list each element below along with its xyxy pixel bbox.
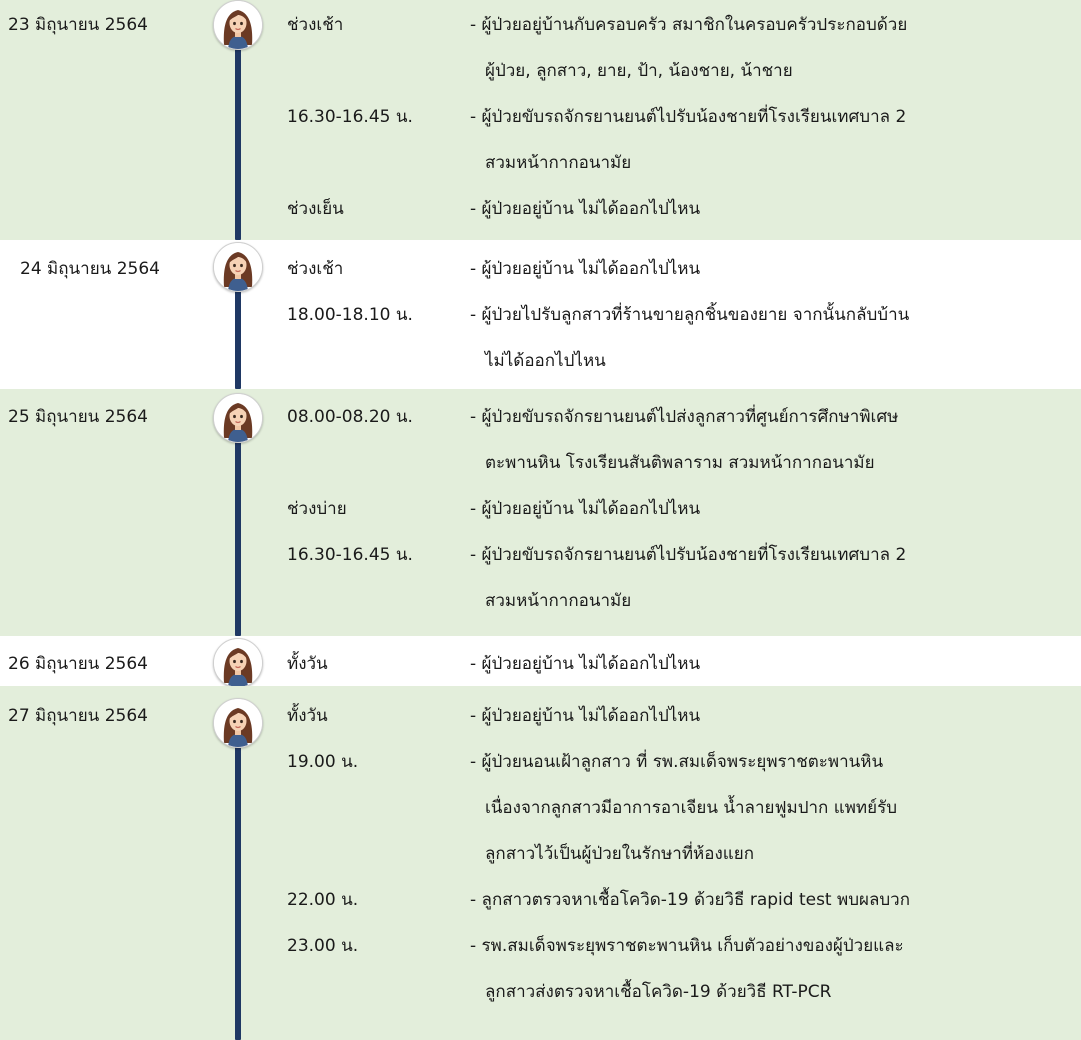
entry-description: - ผู้ป่วยนอนเฝ้าลูกสาว ที่ รพ.สมเด็จพระย… xyxy=(470,752,884,772)
entry-description: - ผู้ป่วยอยู่บ้าน ไม่ได้ออกไปไหน xyxy=(470,499,701,519)
entry-time: ทั้งวัน xyxy=(287,706,328,726)
entry-description-continued: ไม่ได้ออกไปไหน xyxy=(485,351,606,371)
entry-time: 08.00-08.20 น. xyxy=(287,407,413,427)
entry-description: - ผู้ป่วยขับรถจักรยานยนต์ไปรับน้องชายที่… xyxy=(470,545,907,565)
day-date: 24 มิถุนายน 2564 xyxy=(20,259,160,279)
timeline-spine xyxy=(235,45,241,240)
entry-description: - ผู้ป่วยอยู่บ้านกับครอบครัว สมาชิกในครอ… xyxy=(470,15,908,35)
woman-avatar-icon xyxy=(213,393,263,443)
entry-description: - ผู้ป่วยอยู่บ้าน ไม่ได้ออกไปไหน xyxy=(470,199,701,219)
entry-description: - ผู้ป่วยขับรถจักรยานยนต์ไปรับน้องชายที่… xyxy=(470,107,907,127)
woman-avatar-icon xyxy=(213,242,263,292)
entry-description-continued: ลูกสาวส่งตรวจหาเชื้อโควิด-19 ด้วยวิธี RT… xyxy=(485,982,832,1002)
timeline-spine xyxy=(235,746,241,1040)
woman-avatar-icon xyxy=(213,698,263,748)
entry-description-continued: ตะพานหิน โรงเรียนสันติพลาราม สวมหน้ากากอ… xyxy=(485,453,875,473)
entry-description-continued: สวมหน้ากากอนามัย xyxy=(485,153,632,173)
entry-description: - ผู้ป่วยอยู่บ้าน ไม่ได้ออกไปไหน xyxy=(470,259,701,279)
entry-time: ทั้งวัน xyxy=(287,654,328,674)
entry-description: - ลูกสาวตรวจหาเชื้อโควิด-19 ด้วยวิธี rap… xyxy=(470,890,911,910)
entry-time: ช่วงเช้า xyxy=(287,15,344,35)
entry-time: 16.30-16.45 น. xyxy=(287,545,413,565)
entry-description-continued: ผู้ป่วย, ลูกสาว, ยาย, ป้า, น้องชาย, น้าช… xyxy=(485,61,793,81)
timeline-spine xyxy=(235,290,241,389)
woman-avatar-icon xyxy=(213,0,263,50)
day-date: 23 มิถุนายน 2564 xyxy=(8,15,148,35)
day-date: 27 มิถุนายน 2564 xyxy=(8,706,148,726)
day-date: 25 มิถุนายน 2564 xyxy=(8,407,148,427)
entry-time: 22.00 น. xyxy=(287,890,359,910)
timeline: 23 มิถุนายน 2564 ช่วงเช้า - ผู้ป่วยอยู่บ้… xyxy=(0,0,1081,1040)
entry-time: ช่วงเช้า xyxy=(287,259,344,279)
entry-description: - รพ.สมเด็จพระยุพราชตะพานหิน เก็บตัวอย่า… xyxy=(470,936,904,956)
entry-time: 18.00-18.10 น. xyxy=(287,305,413,325)
entry-time: ช่วงบ่าย xyxy=(287,499,347,519)
entry-time: ช่วงเย็น xyxy=(287,199,344,219)
entry-description-continued: ลูกสาวไว้เป็นผู้ป่วยในรักษาที่ห้องแยก xyxy=(485,844,754,864)
entry-description-continued: เนื่องจากลูกสาวมีอาการอาเจียน น้ำลายฟูมป… xyxy=(485,798,897,818)
entry-description: - ผู้ป่วยอยู่บ้าน ไม่ได้ออกไปไหน xyxy=(470,706,701,726)
entry-time: 23.00 น. xyxy=(287,936,359,956)
timeline-spine xyxy=(235,441,241,636)
entry-description: - ผู้ป่วยไปรับลูกสาวที่ร้านขายลูกชิ้นของ… xyxy=(470,305,910,325)
entry-time: 16.30-16.45 น. xyxy=(287,107,413,127)
entry-description-continued: สวมหน้ากากอนามัย xyxy=(485,591,632,611)
day-date: 26 มิถุนายน 2564 xyxy=(8,654,148,674)
entry-description: - ผู้ป่วยอยู่บ้าน ไม่ได้ออกไปไหน xyxy=(470,654,701,674)
entry-time: 19.00 น. xyxy=(287,752,359,772)
woman-avatar-icon xyxy=(213,638,263,688)
entry-description: - ผู้ป่วยขับรถจักรยานยนต์ไปส่งลูกสาวที่ศ… xyxy=(470,407,899,427)
